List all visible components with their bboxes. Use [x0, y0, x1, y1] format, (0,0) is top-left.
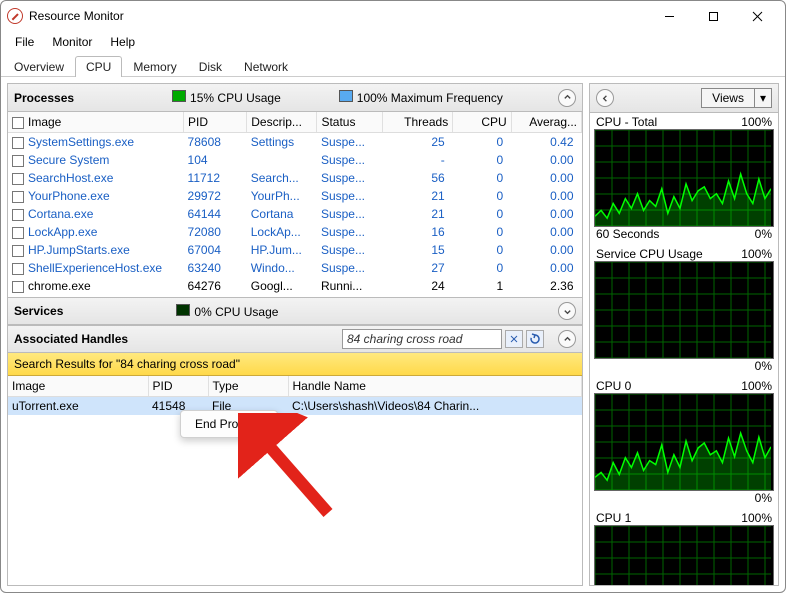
rightpane-collapse-icon[interactable]: [596, 89, 614, 107]
tab-memory[interactable]: Memory: [122, 56, 187, 77]
hcol-type[interactable]: Type: [208, 376, 288, 397]
row-checkbox[interactable]: [12, 137, 24, 149]
search-results-banner: Search Results for "84 charing cross roa…: [8, 353, 582, 376]
process-row[interactable]: Secure System104Suspe...-00.00: [8, 151, 582, 169]
process-row[interactable]: SearchHost.exe11712Search...Suspe...5600…: [8, 169, 582, 187]
views-label: Views: [702, 89, 754, 107]
col-threads[interactable]: Threads: [382, 112, 452, 133]
menu-help[interactable]: Help: [102, 33, 143, 51]
chart-block: Service CPU Usage 100% 0%: [590, 245, 778, 377]
handles-collapse-icon[interactable]: [558, 330, 576, 348]
chart-canvas: [594, 393, 774, 491]
process-row[interactable]: chrome.exe64276Googl...Runni...2412.36: [8, 277, 582, 295]
row-checkbox[interactable]: [12, 245, 24, 257]
select-all-checkbox[interactable]: [12, 117, 24, 129]
process-row[interactable]: YourPhone.exe29972YourPh...Suspe...2100.…: [8, 187, 582, 205]
services-collapse-icon[interactable]: [558, 302, 576, 320]
tab-disk[interactable]: Disk: [188, 56, 233, 77]
maximize-button[interactable]: [691, 2, 735, 30]
chart-title: CPU - Total: [596, 115, 657, 129]
chart-br-label: 0%: [755, 491, 772, 505]
chart-right-label: 100%: [741, 511, 772, 525]
processes-header[interactable]: Processes 15% CPU Usage 100% Maximum Fre…: [8, 84, 582, 112]
row-checkbox[interactable]: [12, 227, 24, 239]
freq-label: 100% Maximum Frequency: [357, 91, 503, 105]
minimize-button[interactable]: [647, 2, 691, 30]
hcol-handle[interactable]: Handle Name: [288, 376, 582, 397]
tab-bar: Overview CPU Memory Disk Network: [1, 53, 785, 77]
chart-canvas: [594, 525, 774, 585]
col-pid[interactable]: PID: [184, 112, 247, 133]
chart-block: CPU 0 100% 0%: [590, 377, 778, 509]
handles-search-input[interactable]: [342, 329, 502, 349]
chart-block: CPU - Total 100% 60 Seconds 0%: [590, 113, 778, 245]
services-title: Services: [14, 304, 63, 318]
row-checkbox[interactable]: [12, 155, 24, 167]
context-menu-end-process[interactable]: End Process: [180, 410, 278, 438]
chart-right-label: 100%: [741, 115, 772, 129]
services-usage-label: 0% CPU Usage: [194, 305, 278, 319]
handles-row[interactable]: uTorrent.exe 41548 File C:\Users\shash\V…: [8, 397, 582, 415]
chart-right-label: 100%: [741, 247, 772, 261]
window-title: Resource Monitor: [29, 9, 647, 23]
chart-title: Service CPU Usage: [596, 247, 703, 261]
chart-br-label: 0%: [755, 227, 772, 241]
row-checkbox[interactable]: [12, 281, 24, 293]
close-button[interactable]: [735, 2, 779, 30]
search-refresh-button[interactable]: [526, 330, 544, 348]
process-row[interactable]: Cortana.exe64144CortanaSuspe...2100.00: [8, 205, 582, 223]
chart-title: CPU 1: [596, 511, 631, 525]
charts-container[interactable]: CPU - Total100%60 Seconds0%Service CPU U…: [590, 113, 778, 585]
services-header[interactable]: Services 0% CPU Usage: [8, 297, 582, 325]
col-image[interactable]: Image: [8, 112, 184, 133]
handles-results[interactable]: uTorrent.exe 41548 File C:\Users\shash\V…: [8, 397, 582, 585]
processes-table[interactable]: Image PID Descrip... Status Threads CPU …: [8, 112, 582, 297]
row-checkbox[interactable]: [12, 173, 24, 185]
hcol-image[interactable]: Image: [8, 376, 148, 397]
chart-canvas: [594, 129, 774, 227]
col-desc[interactable]: Descrip...: [247, 112, 317, 133]
search-clear-button[interactable]: [505, 330, 523, 348]
chart-right-label: 100%: [741, 379, 772, 393]
menu-monitor[interactable]: Monitor: [44, 33, 100, 51]
tab-network[interactable]: Network: [233, 56, 299, 77]
chart-title: CPU 0: [596, 379, 631, 393]
row-checkbox[interactable]: [12, 191, 24, 203]
row-checkbox[interactable]: [12, 263, 24, 275]
chart-br-label: 0%: [755, 359, 772, 373]
menu-bar: File Monitor Help: [1, 31, 785, 53]
process-row[interactable]: ShellExperienceHost.exe63240Windo...Susp…: [8, 259, 582, 277]
cpu-usage-chip-icon: [172, 90, 186, 102]
titlebar: Resource Monitor: [1, 1, 785, 31]
handles-columns[interactable]: Image PID Type Handle Name: [8, 376, 582, 397]
process-row[interactable]: LockApp.exe72080LockAp...Suspe...1600.00: [8, 223, 582, 241]
process-row[interactable]: SystemSettings.exe78608SettingsSuspe...2…: [8, 133, 582, 152]
col-status[interactable]: Status: [317, 112, 383, 133]
app-icon: [7, 8, 23, 24]
handles-header[interactable]: Associated Handles: [8, 325, 582, 353]
services-usage-chip-icon: [176, 304, 190, 316]
processes-title: Processes: [14, 91, 74, 105]
tab-cpu[interactable]: CPU: [75, 56, 122, 77]
hcol-pid[interactable]: PID: [148, 376, 208, 397]
col-cpu[interactable]: CPU: [453, 112, 512, 133]
handles-title: Associated Handles: [14, 332, 128, 346]
processes-collapse-icon[interactable]: [558, 89, 576, 107]
cpu-usage-label: 15% CPU Usage: [190, 91, 281, 105]
row-checkbox[interactable]: [12, 209, 24, 221]
tab-overview[interactable]: Overview: [3, 56, 75, 77]
process-row[interactable]: HP.JumpStarts.exe67004HP.Jum...Suspe...1…: [8, 241, 582, 259]
col-avg[interactable]: Averag...: [511, 112, 581, 133]
views-dropdown-icon[interactable]: ▾: [754, 89, 771, 107]
chart-bl-label: 60 Seconds: [596, 227, 659, 241]
menu-file[interactable]: File: [7, 33, 42, 51]
freq-chip-icon: [339, 90, 353, 102]
chart-canvas: [594, 261, 774, 359]
chart-block: CPU 1 100%: [590, 509, 778, 585]
views-button[interactable]: Views ▾: [701, 88, 772, 108]
